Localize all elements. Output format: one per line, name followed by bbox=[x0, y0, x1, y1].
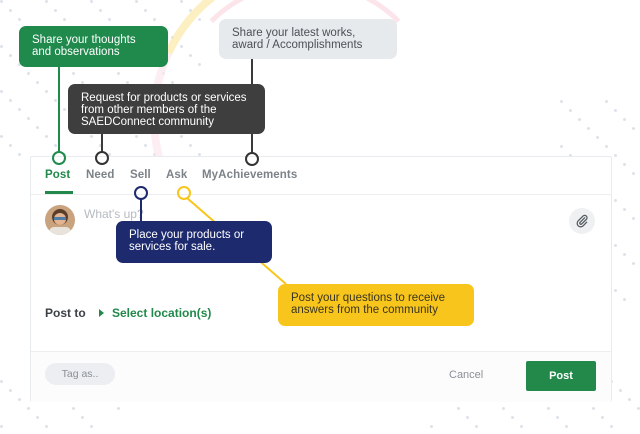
tab-post[interactable]: Post bbox=[45, 169, 70, 181]
tooltip-connector bbox=[101, 134, 103, 152]
select-location-link[interactable]: Select location(s) bbox=[112, 306, 211, 320]
caret-right-icon bbox=[99, 309, 104, 317]
post-composer-card: Post Need Sell Ask MyAchievements What's… bbox=[30, 156, 612, 402]
composer-footer: Tag as.. Cancel Post bbox=[31, 351, 611, 402]
cancel-button[interactable]: Cancel bbox=[449, 369, 483, 381]
tag-as-button[interactable]: Tag as.. bbox=[45, 363, 115, 385]
tab-marker-achievements bbox=[245, 152, 259, 166]
tab-myachievements[interactable]: MyAchievements bbox=[202, 169, 297, 181]
tooltip-need: Request for products or services from ot… bbox=[68, 84, 265, 134]
tab-marker-post bbox=[52, 151, 66, 165]
paperclip-icon bbox=[576, 214, 588, 228]
tab-need[interactable]: Need bbox=[86, 169, 115, 181]
tab-marker-need bbox=[95, 151, 109, 165]
composer-tabs: Post Need Sell Ask MyAchievements bbox=[31, 157, 611, 195]
active-tab-indicator bbox=[45, 191, 73, 194]
attach-button[interactable] bbox=[569, 208, 595, 234]
post-button[interactable]: Post bbox=[526, 361, 596, 391]
post-to-label: Post to bbox=[45, 306, 86, 320]
tooltip-achievements: Share your latest works, award / Accompl… bbox=[219, 19, 397, 59]
tab-ask[interactable]: Ask bbox=[166, 169, 187, 181]
tooltip-ask: Post your questions to receive answers f… bbox=[278, 284, 474, 326]
tooltip-connector bbox=[140, 198, 142, 222]
tab-marker-sell bbox=[134, 186, 148, 200]
tooltip-connector bbox=[58, 67, 60, 152]
tooltip-post: Share your thoughts and observations bbox=[19, 26, 168, 67]
post-text-input[interactable]: What's up? bbox=[84, 207, 144, 221]
avatar bbox=[45, 205, 75, 235]
tab-sell[interactable]: Sell bbox=[130, 169, 151, 181]
tooltip-sell: Place your products or services for sale… bbox=[116, 221, 272, 263]
